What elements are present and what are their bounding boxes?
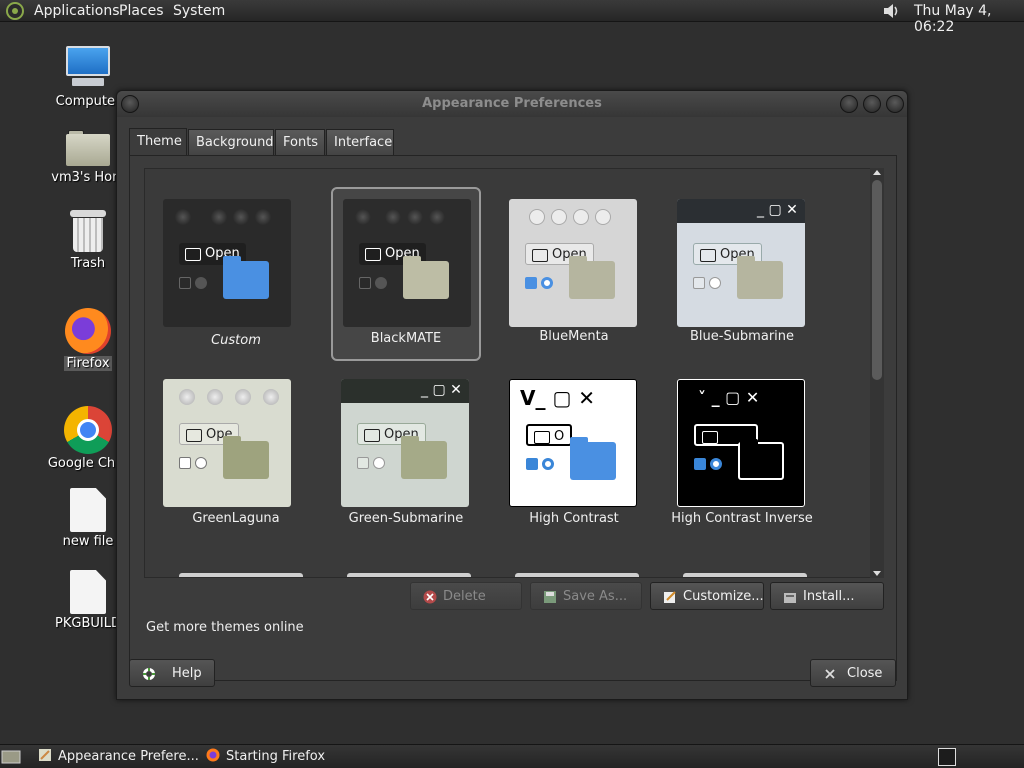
chrome-icon xyxy=(64,406,112,454)
help-button[interactable]: Help xyxy=(129,659,215,687)
taskbar-label: Appearance Prefere... xyxy=(58,749,199,764)
speaker-icon[interactable] xyxy=(882,2,902,20)
theme-preview: Open xyxy=(343,199,471,327)
file-icon xyxy=(70,570,106,614)
theme-preview: V_ ▢ ✕ O xyxy=(509,379,637,507)
clock[interactable]: Thu May 4, 06:22 xyxy=(914,3,1024,35)
delete-button[interactable]: Delete xyxy=(410,582,522,610)
taskbar-label: Starting Firefox xyxy=(226,749,326,764)
window-titlebar[interactable]: Appearance Preferences xyxy=(117,91,907,117)
maximize-button[interactable] xyxy=(863,95,881,113)
theme-name: Blue-Submarine xyxy=(689,329,795,344)
workspace-switcher[interactable] xyxy=(938,748,956,766)
install-button[interactable]: Install... xyxy=(770,582,884,610)
save-as-button[interactable]: Save As... xyxy=(530,582,642,610)
close-button[interactable]: Close xyxy=(810,659,896,687)
theme-name: BlackMATE xyxy=(370,331,442,346)
get-more-themes-link[interactable]: Get more themes online xyxy=(146,620,304,635)
theme-item-greenlaguna[interactable]: Ope GreenLaguna xyxy=(161,379,311,553)
theme-name: Green-Submarine xyxy=(348,511,464,526)
tab-background[interactable]: Background xyxy=(188,129,274,155)
taskbar-item-firefox[interactable]: Starting Firefox xyxy=(206,748,325,768)
help-icon xyxy=(143,668,155,680)
delete-icon xyxy=(423,590,437,604)
show-desktop-icon[interactable] xyxy=(0,748,22,766)
menu-applications[interactable]: Applications xyxy=(34,3,120,19)
tab-interface[interactable]: Interface xyxy=(326,129,394,155)
theme-preview: ˅ _ ▢ ✕ xyxy=(677,379,805,507)
file-icon xyxy=(70,488,106,532)
home-folder-icon xyxy=(66,128,110,168)
tab-fonts[interactable]: Fonts xyxy=(275,129,325,155)
theme-panel: Open Custom Open BlackMATE Open BlueMent… xyxy=(129,155,897,681)
appearance-icon xyxy=(39,749,51,761)
minimize-button[interactable] xyxy=(840,95,858,113)
theme-name: High Contrast xyxy=(529,511,619,526)
tab-theme[interactable]: Theme xyxy=(129,128,187,155)
theme-name: High Contrast Inverse xyxy=(671,511,813,526)
theme-preview: _ ▢ ✕ Open xyxy=(341,379,469,507)
computer-icon xyxy=(64,46,112,92)
top-panel: Applications Places System Thu May 4, 06… xyxy=(0,0,1024,35)
theme-item-green-submarine[interactable]: _ ▢ ✕ Open Green-Submarine xyxy=(331,379,481,553)
firefox-icon xyxy=(65,308,111,354)
theme-name: GreenLaguna xyxy=(192,511,280,526)
theme-item-high-contrast[interactable]: V_ ▢ ✕ O High Contrast xyxy=(499,379,649,553)
theme-list[interactable]: Open Custom Open BlackMATE Open BlueMent… xyxy=(144,168,871,578)
window-title: Appearance Preferences xyxy=(422,96,602,111)
customize-icon xyxy=(664,591,676,603)
theme-name: BlueMenta xyxy=(539,329,609,344)
trash-icon xyxy=(70,210,106,254)
theme-preview: Open xyxy=(509,199,637,327)
theme-preview: Ope xyxy=(163,379,291,507)
desktop-icon-label: Firefox xyxy=(64,356,112,371)
mate-logo-icon[interactable] xyxy=(6,2,24,20)
theme-item-blackmate[interactable]: Open BlackMATE xyxy=(331,187,481,361)
theme-preview: Open xyxy=(163,199,291,327)
theme-preview: _ ▢ ✕ Open xyxy=(677,199,805,327)
save-icon xyxy=(544,591,556,603)
theme-list-scrollbar[interactable] xyxy=(870,168,884,578)
bottom-panel: Appearance Prefere... Starting Firefox xyxy=(0,744,1024,768)
scroll-up-arrow-icon[interactable] xyxy=(873,170,881,175)
theme-item-custom[interactable]: Open Custom xyxy=(161,189,311,363)
scrollbar-thumb[interactable] xyxy=(872,180,882,380)
close-icon xyxy=(825,669,835,679)
firefox-icon xyxy=(206,748,220,762)
taskbar-item-appearance[interactable]: Appearance Prefere... xyxy=(38,748,199,768)
scroll-down-arrow-icon[interactable] xyxy=(873,571,881,576)
appearance-preferences-window: Appearance Preferences Theme Background … xyxy=(116,90,908,700)
customize-button[interactable]: Customize... xyxy=(650,582,764,610)
menu-system[interactable]: System xyxy=(173,3,225,19)
theme-item-bluementa[interactable]: Open BlueMenta xyxy=(499,189,649,363)
theme-item-blue-submarine[interactable]: _ ▢ ✕ Open Blue-Submarine xyxy=(667,189,817,363)
theme-item-high-contrast-inverse[interactable]: ˅ _ ▢ ✕ High Contrast Inverse xyxy=(667,379,817,553)
close-window-button[interactable] xyxy=(886,95,904,113)
menu-places[interactable]: Places xyxy=(119,3,164,19)
install-icon xyxy=(784,593,796,603)
theme-name: Custom xyxy=(211,333,261,348)
